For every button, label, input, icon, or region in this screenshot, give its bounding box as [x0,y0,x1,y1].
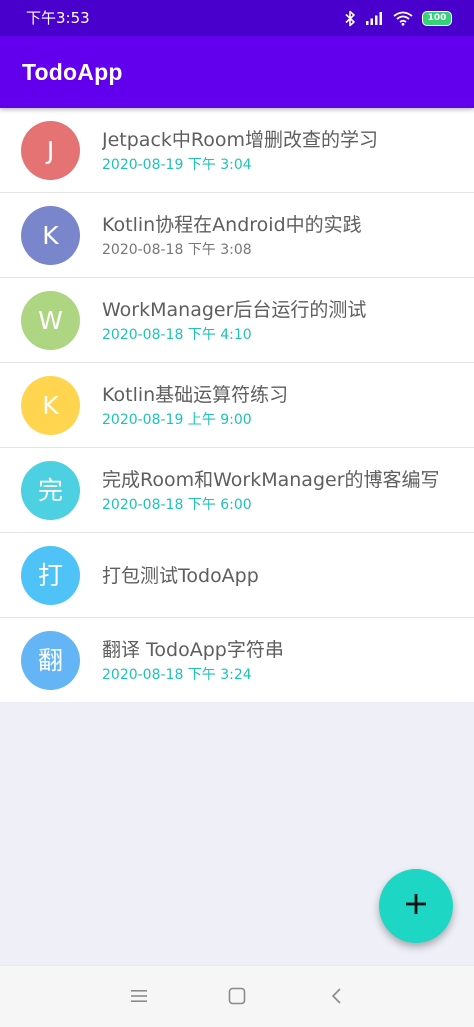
battery-level: 100 [427,13,447,23]
todo-time: 2020-08-18 下午 4:10 [102,327,252,343]
todo-item[interactable]: W WorkManager后台运行的测试 2020-08-18 下午 4:10 [0,278,474,363]
todo-title: 打包测试TodoApp [102,565,259,587]
todo-item[interactable]: J Jetpack中Room增删改查的学习 2020-08-19 下午 3:04 [0,108,474,193]
app-title: TodoApp [22,59,123,85]
todo-avatar: K [21,206,80,265]
todo-avatar: 完 [21,461,80,520]
todo-time: 2020-08-18 下午 3:08 [102,242,252,258]
screen: 下午3:53 100 TodoApp J Jetpack中Room增删改查的学习… [0,0,474,1027]
wifi-icon [393,11,413,26]
todo-avatar: J [21,121,80,180]
add-todo-button[interactable] [379,869,453,943]
todo-title: 完成Room和WorkManager的博客编写 [102,469,440,491]
status-time: 下午3:53 [26,9,90,27]
todo-time: 2020-08-18 下午 6:00 [102,497,252,513]
back-chevron-icon [330,987,344,1009]
menu-button[interactable] [125,984,153,1012]
todo-time: 2020-08-19 上午 9:00 [102,412,252,428]
todo-avatar: 翻 [21,631,80,690]
bluetooth-icon [344,10,356,27]
app-bar: TodoApp [0,36,474,108]
todo-time: 2020-08-19 下午 3:04 [102,157,252,173]
todo-item[interactable]: 翻 翻译 TodoApp字符串 2020-08-18 下午 3:24 [0,618,474,702]
todo-avatar: K [21,376,80,435]
home-button[interactable] [223,984,251,1012]
todo-title: Jetpack中Room增删改查的学习 [102,129,379,151]
todo-avatar: W [21,291,80,350]
todo-title: Kotlin协程在Android中的实践 [102,214,362,236]
status-icons: 100 [344,8,452,28]
navigation-bar [0,965,474,1027]
back-button[interactable] [323,984,351,1012]
todo-title: Kotlin基础运算符练习 [102,384,289,406]
todo-list: J Jetpack中Room增删改查的学习 2020-08-19 下午 3:04… [0,108,474,702]
home-square-icon [228,987,246,1009]
battery-icon: 100 [422,10,452,26]
todo-item[interactable]: K Kotlin基础运算符练习 2020-08-19 上午 9:00 [0,363,474,448]
todo-title: 翻译 TodoApp字符串 [102,639,284,661]
signal-icon [365,11,384,26]
todo-time: 2020-08-18 下午 3:24 [102,667,252,683]
status-bar: 下午3:53 100 [0,0,474,36]
todo-item[interactable]: 完 完成Room和WorkManager的博客编写 2020-08-18 下午 … [0,448,474,533]
menu-icon [130,988,148,1008]
todo-avatar: 打 [21,546,80,605]
plus-icon [404,892,428,920]
todo-item[interactable]: 打 打包测试TodoApp [0,533,474,618]
todo-title: WorkManager后台运行的测试 [102,299,367,321]
todo-item[interactable]: K Kotlin协程在Android中的实践 2020-08-18 下午 3:0… [0,193,474,278]
